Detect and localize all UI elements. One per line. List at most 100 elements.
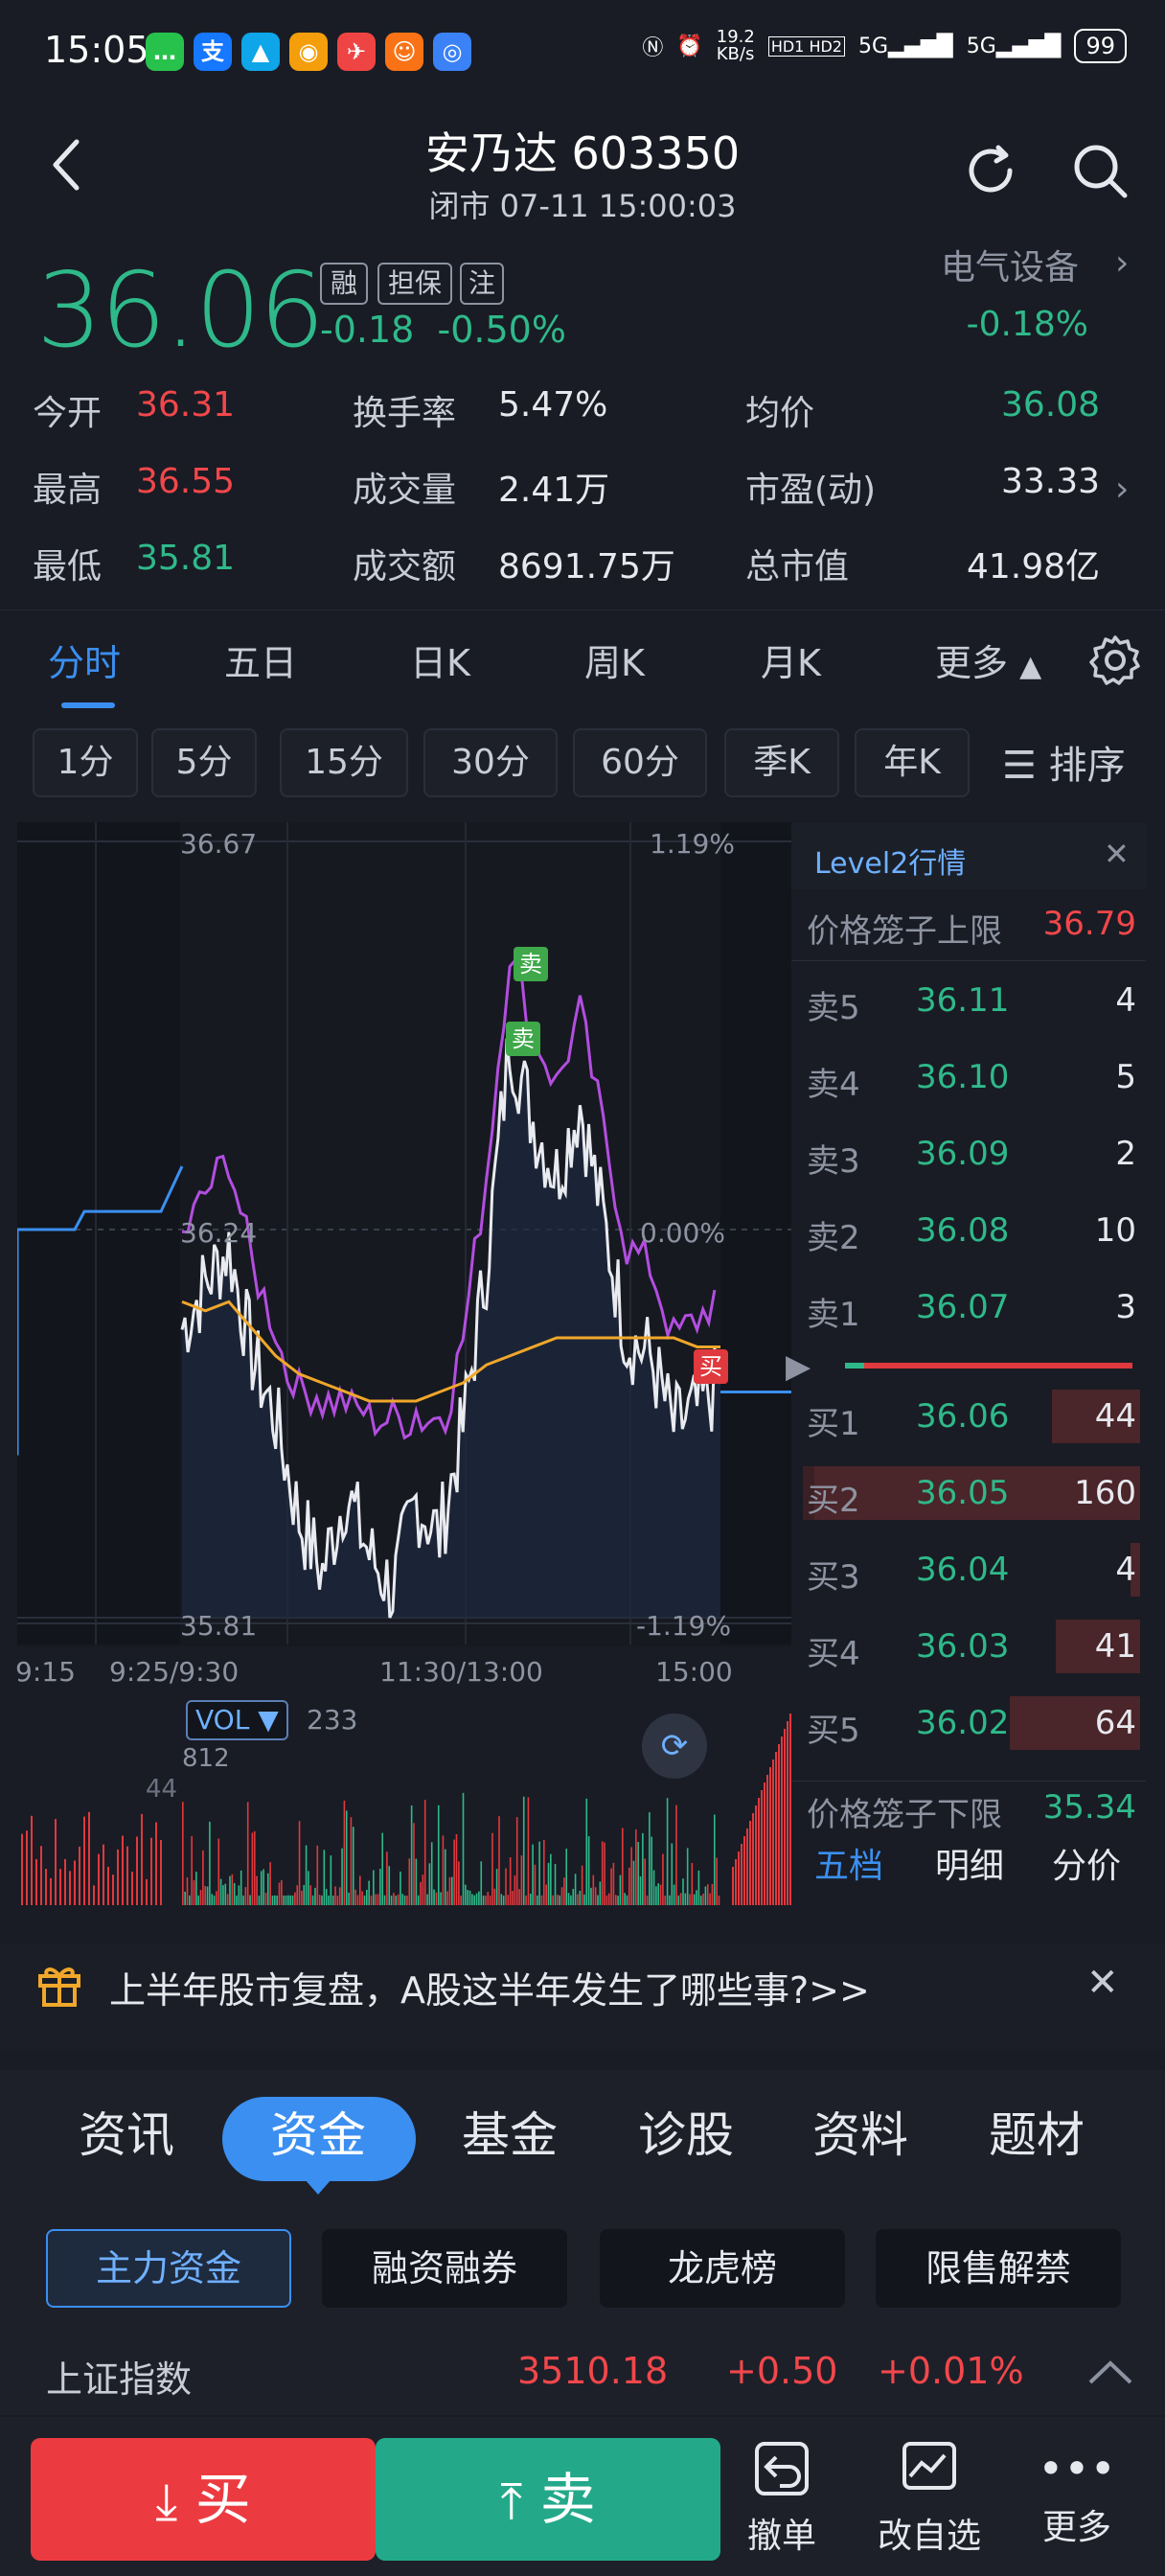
ask-price: 36.09: [916, 1135, 1010, 1173]
sell-marker[interactable]: 卖: [514, 947, 548, 981]
interval-quarter-k[interactable]: 季K: [724, 728, 839, 797]
volume-bar: [316, 1845, 319, 1905]
volume-bar: [395, 1895, 398, 1905]
volume-bar: [195, 1872, 197, 1905]
volume-bar: [422, 1874, 424, 1905]
tab-capital[interactable]: 资金: [270, 2097, 366, 2166]
bid-row[interactable]: 买3 36.04 4: [791, 1531, 1146, 1608]
volume-bar: [408, 1858, 411, 1905]
sort-button[interactable]: ☰ 排序: [1002, 734, 1126, 790]
volume-bar: [538, 1841, 540, 1905]
volume-bar: [423, 1800, 426, 1905]
intraday-chart[interactable]: 36.67 36.24 35.81 1.19% 0.00% -1.19% 9:1…: [15, 822, 794, 1905]
volume-bar: [605, 1895, 608, 1905]
stat-value: 36.08: [1000, 385, 1100, 425]
ask-row[interactable]: 卖5 36.11 4: [791, 962, 1146, 1039]
chevron-right-icon[interactable]: ›: [1115, 243, 1129, 283]
tab-five-day[interactable]: 五日: [224, 633, 297, 686]
interval-5m[interactable]: 5分: [151, 728, 257, 797]
bid-row[interactable]: 买1 36.06 44: [791, 1378, 1146, 1455]
stat-value: 2.41万: [498, 471, 610, 510]
tab-price-distribution[interactable]: 分价: [1052, 1838, 1121, 1888]
interval-30m[interactable]: 30分: [423, 728, 558, 797]
subtab-margin[interactable]: 融资融券: [322, 2229, 567, 2308]
tab-monthly-k[interactable]: 月K: [761, 633, 821, 686]
tab-more[interactable]: 更多 ▲: [935, 633, 1041, 686]
interval-60m[interactable]: 60分: [573, 728, 707, 797]
more-button[interactable]: ••• 更多: [1010, 2438, 1144, 2549]
tab-fund[interactable]: 基金: [462, 2097, 558, 2166]
sell-marker[interactable]: 卖: [506, 1022, 540, 1056]
promo-text[interactable]: 上半年股市复盘，A股这半年发生了哪些事?>>: [109, 1961, 870, 2013]
tab-daily-k[interactable]: 日K: [410, 633, 470, 686]
tab-five-levels[interactable]: 五档: [814, 1838, 883, 1888]
index-value: 3510.18: [517, 2350, 669, 2392]
subtab-lockup-release[interactable]: 限售解禁: [876, 2229, 1121, 2308]
chevron-right-icon[interactable]: ›: [1115, 470, 1129, 509]
rotate-screen-icon[interactable]: ⟳: [642, 1714, 707, 1779]
indicator-select[interactable]: VOL ▼: [186, 1700, 288, 1740]
close-icon[interactable]: ✕: [1104, 836, 1130, 872]
volume-bar: [741, 1844, 742, 1905]
sector-link[interactable]: 电气设备: [941, 240, 1079, 289]
volume-bar: [426, 1894, 428, 1905]
volume-bar: [787, 1721, 788, 1905]
watchlist-edit-icon: [902, 2442, 956, 2490]
tab-diagnosis[interactable]: 诊股: [638, 2097, 734, 2166]
volume-bar: [446, 1891, 448, 1905]
volume-bar: [567, 1893, 570, 1905]
volume-bar: [686, 1848, 689, 1905]
tab-intraday[interactable]: 分时: [48, 633, 121, 686]
ask-row[interactable]: 卖3 36.09 2: [791, 1116, 1146, 1192]
volume-bar: [612, 1862, 615, 1905]
volume-bar: [644, 1858, 646, 1905]
volume-bar: [242, 1895, 244, 1905]
bid-row[interactable]: 买2 36.05 160: [791, 1455, 1146, 1531]
volume-bar: [778, 1744, 780, 1905]
collateral-tag: 担保: [377, 263, 452, 305]
tab-details[interactable]: 明细: [935, 1838, 1004, 1888]
refresh-icon[interactable]: [960, 140, 1021, 201]
subtab-main-capital[interactable]: 主力资金: [46, 2229, 291, 2308]
buy-marker[interactable]: 买: [694, 1349, 728, 1384]
volume-bar: [529, 1893, 532, 1905]
divider: [791, 960, 1146, 961]
volume-bar: [361, 1891, 363, 1905]
ask-row[interactable]: 卖2 36.08 10: [791, 1192, 1146, 1269]
cancel-order-button[interactable]: 撤单: [715, 2438, 849, 2558]
volume-mark: 44: [146, 1775, 178, 1804]
close-icon[interactable]: ✕: [1086, 1961, 1119, 2005]
tab-news[interactable]: 资讯: [79, 2097, 174, 2166]
interval-1m[interactable]: 1分: [33, 728, 138, 797]
chevron-up-icon[interactable]: [1086, 2358, 1134, 2386]
tab-weekly-k[interactable]: 周K: [584, 633, 645, 686]
interval-year-k[interactable]: 年K: [855, 728, 970, 797]
volume-bar: [294, 1892, 296, 1905]
tab-theme[interactable]: 题材: [989, 2097, 1085, 2166]
volume-bar: [545, 1884, 547, 1905]
ask-row[interactable]: 卖1 36.07 3: [791, 1269, 1146, 1346]
gear-icon[interactable]: [1088, 633, 1142, 687]
ask-label: 卖1: [807, 1296, 860, 1334]
stat-value: 35.81: [136, 539, 236, 578]
edit-watchlist-button[interactable]: 改自选: [862, 2438, 996, 2558]
index-ticker[interactable]: 上证指数 3510.18 +0.50 +0.01%: [0, 2329, 1165, 2415]
stat-value: 36.55: [136, 462, 236, 501]
stat-label: 成交量: [353, 471, 457, 510]
edit-watchlist-label: 改自选: [877, 2517, 981, 2556]
app-icon: ◉: [289, 33, 328, 71]
subtab-dragon-tiger[interactable]: 龙虎榜: [600, 2229, 845, 2308]
ask-row[interactable]: 卖4 36.10 5: [791, 1039, 1146, 1116]
search-icon[interactable]: [1069, 140, 1131, 201]
volume-bar: [415, 1858, 418, 1905]
sell-button[interactable]: ⤒ 卖: [376, 2438, 720, 2561]
interval-15m[interactable]: 15分: [280, 728, 408, 797]
buy-button[interactable]: ⤓ 买: [31, 2438, 376, 2561]
volume-bar: [552, 1895, 554, 1905]
bid-row[interactable]: 买4 36.03 41: [791, 1608, 1146, 1685]
active-section-caret: [305, 2179, 331, 2195]
bid-row[interactable]: 买5 36.02 64: [791, 1685, 1146, 1761]
ask-volume: 4: [1115, 981, 1136, 1020]
volume-bar: [308, 1871, 309, 1905]
tab-profile[interactable]: 资料: [812, 2097, 908, 2166]
